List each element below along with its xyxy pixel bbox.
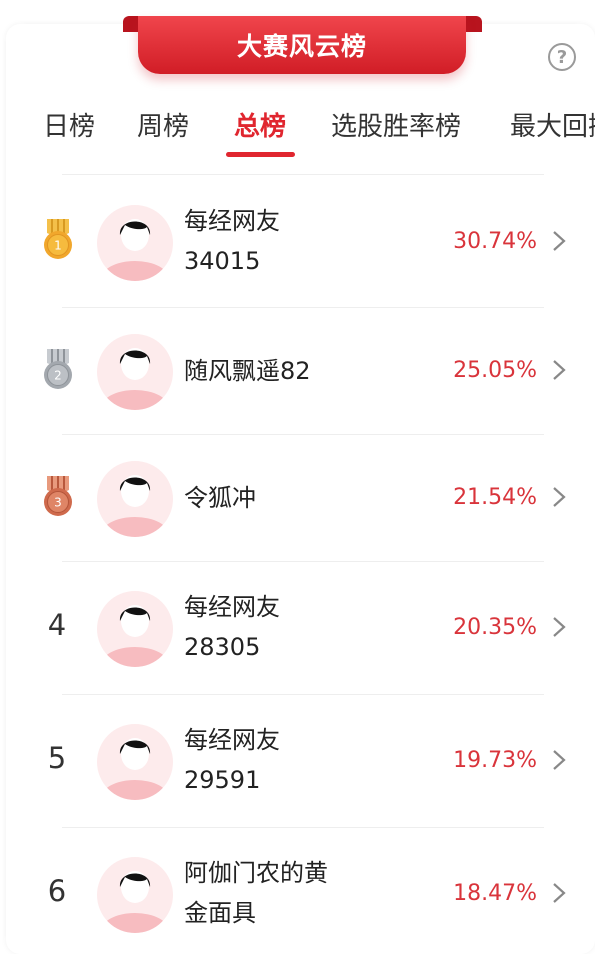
avatar: [97, 205, 173, 281]
return-percent: 25.05%: [453, 358, 537, 383]
leaderboard-row[interactable]: 6 阿伽门农的黄 金面具 18.47%: [0, 828, 595, 939]
tab-daily[interactable]: 日榜: [43, 106, 95, 143]
active-tab-indicator: [226, 152, 295, 157]
tab-overall[interactable]: 总榜: [234, 106, 286, 143]
chevron-right-icon: [553, 750, 566, 770]
avatar: [97, 591, 173, 667]
user-name-line2: 29591: [184, 766, 261, 794]
chevron-right-icon: [553, 617, 566, 637]
avatar: [97, 461, 173, 537]
return-percent: 21.54%: [453, 485, 537, 510]
avatar: [97, 724, 173, 800]
user-name: 令狐冲: [184, 484, 256, 512]
rank-number: 4: [47, 608, 67, 642]
leaderboard-row[interactable]: 4 每经网友 28305 20.35%: [0, 562, 595, 694]
return-percent: 19.73%: [453, 748, 537, 773]
bronze-medal-icon: 3: [44, 476, 72, 516]
title-ribbon: 大赛风云榜: [138, 16, 466, 74]
leaderboard-row[interactable]: 2 随风飘遥82 25.05%: [0, 308, 595, 434]
user-name-line2: 金面具: [184, 899, 256, 927]
user-name: 每经网友: [184, 593, 280, 621]
return-percent: 18.47%: [453, 881, 537, 906]
rank-number: 5: [47, 741, 67, 775]
tab-max-drawdown[interactable]: 最大回撤: [510, 106, 595, 143]
page-title: 大赛风云榜: [236, 32, 367, 61]
silver-medal-icon: 2: [44, 349, 72, 389]
user-name: 每经网友: [184, 207, 280, 235]
chevron-right-icon: [553, 883, 566, 903]
chevron-right-icon: [553, 487, 566, 507]
chevron-right-icon: [553, 360, 566, 380]
leaderboard-row[interactable]: 3 令狐冲 21.54%: [0, 435, 595, 561]
chevron-right-icon: [553, 231, 566, 251]
gold-medal-icon: 1: [44, 219, 72, 259]
medal-rank-label: 3: [54, 496, 62, 510]
tab-bar: 日榜 周榜 总榜 选股胜率榜 最大回撤: [0, 100, 595, 150]
tab-stock-win-rate[interactable]: 选股胜率榜: [331, 106, 461, 143]
ribbon-fold-right: [466, 16, 482, 32]
rank-number: 6: [47, 874, 67, 908]
user-name: 阿伽门农的黄: [184, 859, 328, 887]
medal-rank-label: 2: [54, 369, 62, 383]
ribbon-fold-left: [123, 16, 139, 32]
user-name-line2: 28305: [184, 633, 261, 661]
tab-weekly[interactable]: 周榜: [137, 106, 189, 143]
return-percent: 20.35%: [453, 615, 537, 640]
avatar: [97, 857, 173, 933]
help-icon[interactable]: ?: [548, 43, 576, 71]
medal-rank-label: 1: [54, 239, 62, 253]
leaderboard-row[interactable]: 5 每经网友 29591 19.73%: [0, 695, 595, 827]
user-name: 每经网友: [184, 726, 280, 754]
user-name-line2: 34015: [184, 247, 261, 275]
avatar: [97, 334, 173, 410]
leaderboard-row[interactable]: 1 每经网友 34015 30.74%: [0, 175, 595, 307]
user-name: 随风飘遥82: [184, 357, 311, 385]
return-percent: 30.74%: [453, 229, 537, 254]
